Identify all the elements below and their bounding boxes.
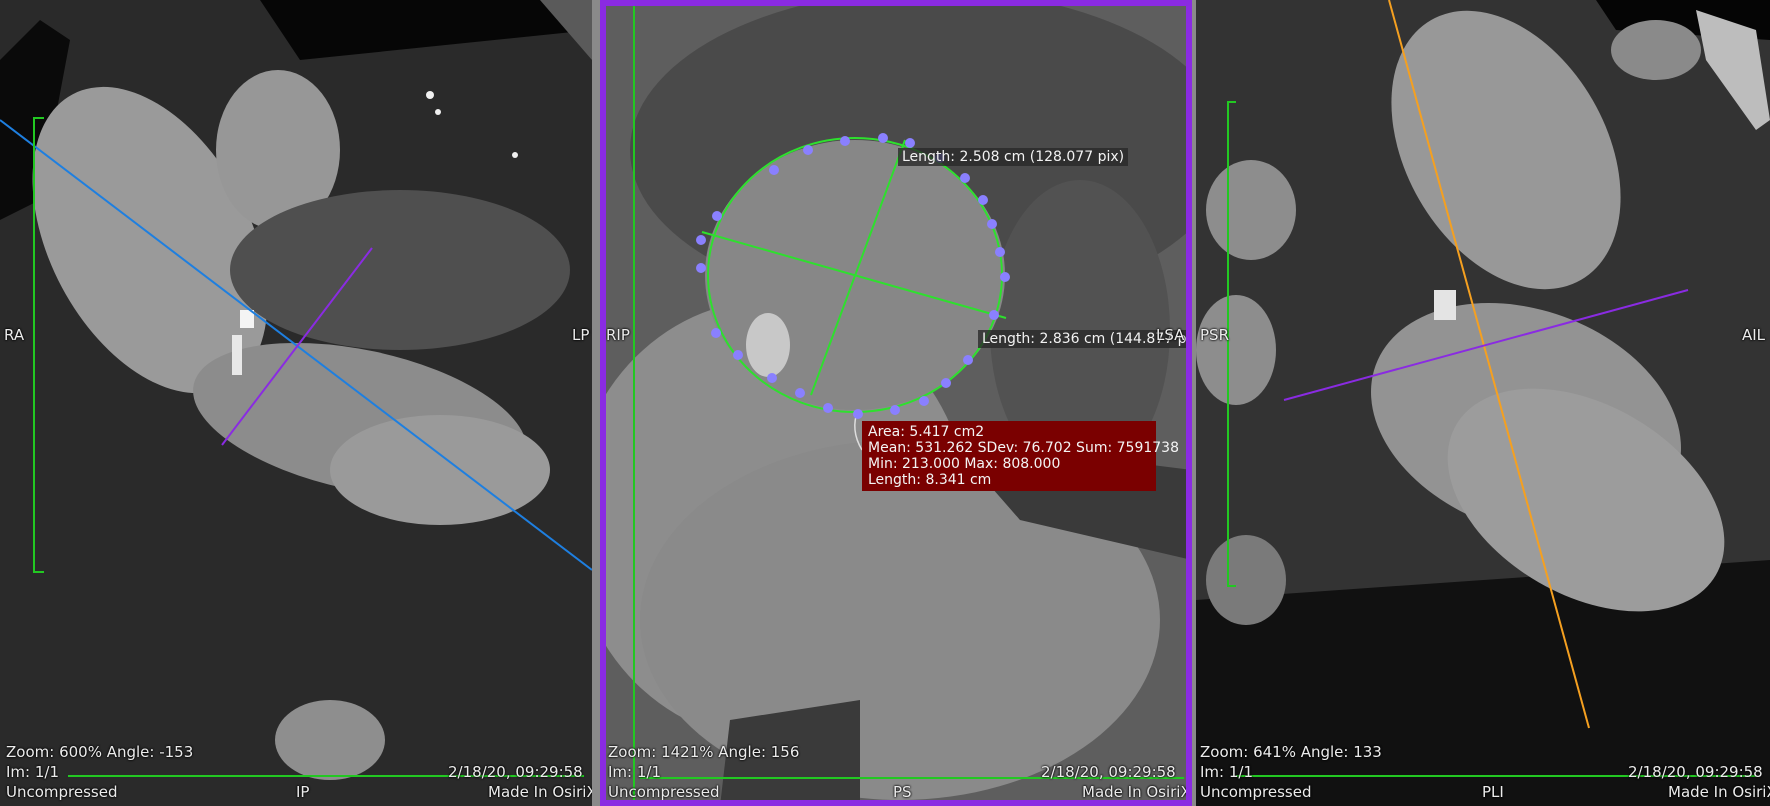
zoom-angle-readout: Zoom: 1421% Angle: 156 [608, 743, 800, 761]
study-datetime: 2/18/20, 09:29:58 [1628, 763, 1763, 781]
orientation-bottom: IP [296, 783, 310, 801]
orientation-bottom: PLI [1482, 783, 1504, 801]
viewport-splitter[interactable] [592, 0, 600, 806]
roi-stats-box: Area: 5.417 cm2 Mean: 531.262 SDev: 76.7… [862, 421, 1179, 491]
compression-status: Uncompressed [1200, 783, 1312, 801]
orientation-left: PSR [1200, 326, 1229, 344]
viewport-left[interactable]: RA LP Zoom: 600% Angle: -153 Im: 1/1 Unc… [0, 0, 592, 806]
orientation-left: RA [4, 326, 25, 344]
orientation-right: LSA [1156, 326, 1185, 344]
zoom-angle-readout: Zoom: 641% Angle: 133 [1200, 743, 1382, 761]
image-index: Im: 1/1 [1200, 763, 1253, 781]
roi-minmax: Min: 213.000 Max: 808.000 [868, 456, 1061, 472]
ct-image-right [1196, 0, 1770, 806]
image-index: Im: 1/1 [6, 763, 59, 781]
viewport-right[interactable]: PSR AIL Zoom: 641% Angle: 133 Im: 1/1 Un… [1196, 0, 1770, 806]
compression-status: Uncompressed [6, 783, 118, 801]
made-in-label: Made In OsiriX [488, 783, 592, 801]
image-index: Im: 1/1 [608, 763, 661, 781]
zoom-angle-readout: Zoom: 600% Angle: -153 [6, 743, 194, 761]
compression-status: Uncompressed [608, 783, 720, 801]
orientation-right: AIL [1742, 326, 1766, 344]
study-datetime: 2/18/20, 09:29:58 [448, 763, 583, 781]
ct-image-middle [600, 0, 1192, 806]
made-in-label: Made In OsiriX [1668, 783, 1770, 801]
ct-image-left [0, 0, 592, 806]
orientation-right: LP [572, 326, 590, 344]
viewport-middle[interactable]: Length: 2.508 cm (128.077 pix) Length: 2… [600, 0, 1192, 806]
orientation-left: RIP [606, 326, 630, 344]
roi-length: Length: 8.341 cm [868, 472, 992, 488]
study-datetime: 2/18/20, 09:29:58 [1041, 763, 1176, 781]
orientation-bottom: PS [893, 783, 912, 801]
made-in-label: Made In OsiriX [1082, 783, 1191, 801]
length-label-1: Length: 2.508 cm (128.077 pix) [898, 148, 1129, 166]
roi-area: Area: 5.417 cm2 [868, 424, 985, 440]
roi-mean: Mean: 531.262 SDev: 76.702 Sum: 7591738 [868, 440, 1179, 456]
